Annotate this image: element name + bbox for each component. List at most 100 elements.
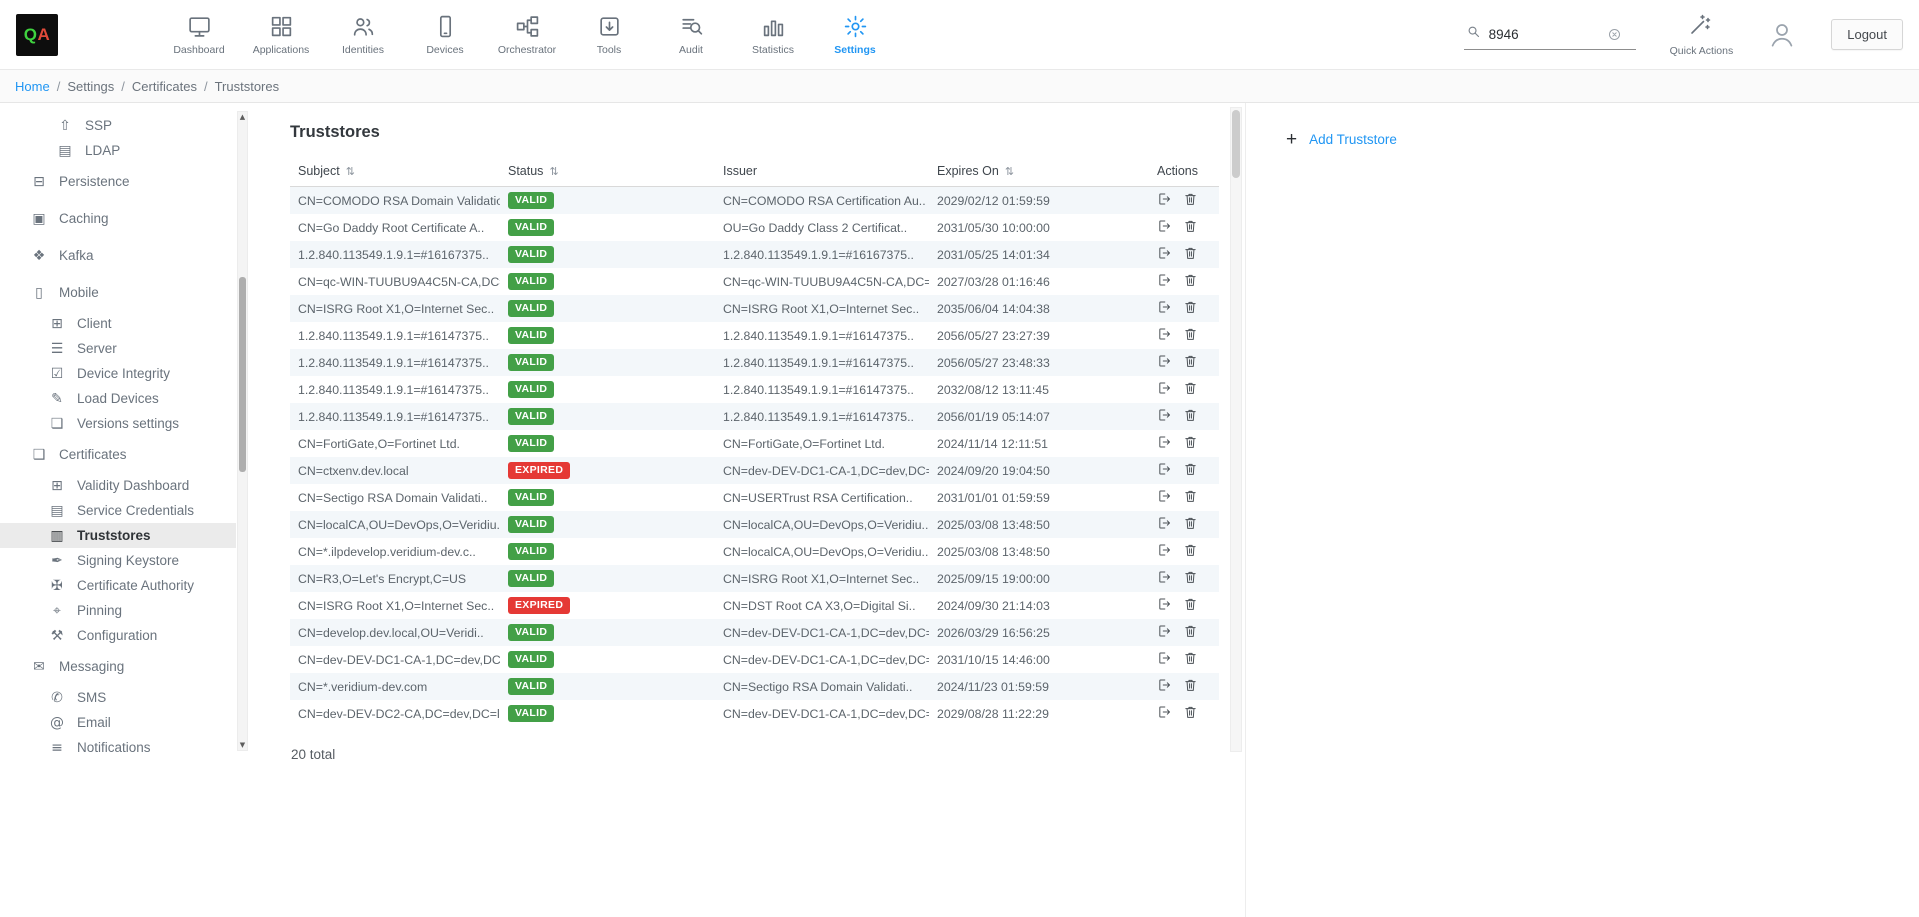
sidebar-item-device-integrity[interactable]: ☑Device Integrity (0, 361, 236, 386)
nav-item-applications[interactable]: Applications (240, 13, 322, 56)
export-icon[interactable] (1157, 461, 1172, 477)
sidebar-item-certificates[interactable]: ❑Certificates (0, 436, 236, 473)
sidebar-item-messaging[interactable]: ✉Messaging (0, 648, 236, 685)
user-profile-icon[interactable] (1767, 20, 1797, 50)
sidebar-item-mobile[interactable]: ▯Mobile (0, 274, 236, 311)
sidebar-item-server[interactable]: ☰Server (0, 336, 236, 361)
sort-icon[interactable]: ⇅ (549, 165, 558, 178)
breadcrumb-settings[interactable]: Settings (67, 79, 114, 94)
sidebar-item-configuration[interactable]: ⚒Configuration (0, 623, 236, 648)
delete-icon[interactable] (1183, 650, 1198, 666)
delete-icon[interactable] (1183, 272, 1198, 288)
nav-item-identities[interactable]: Identities (322, 13, 404, 56)
export-icon[interactable] (1157, 488, 1172, 504)
export-icon[interactable] (1157, 650, 1172, 666)
sidebar-item-email[interactable]: @Email (0, 710, 236, 735)
delete-icon[interactable] (1183, 353, 1198, 369)
sidebar-item-persistence[interactable]: ⊟Persistence (0, 163, 236, 200)
main-scrollbar-thumb[interactable] (1232, 110, 1240, 178)
sidebar-item-pinning[interactable]: ⌖Pinning (0, 598, 236, 623)
export-icon[interactable] (1157, 245, 1172, 261)
delete-icon[interactable] (1183, 434, 1198, 450)
nav-item-orchestrator[interactable]: Orchestrator (486, 13, 568, 56)
sidebar-item-kafka[interactable]: ❖Kafka (0, 237, 236, 274)
delete-icon[interactable] (1183, 623, 1198, 639)
sidebar-item-service-credentials[interactable]: ▤Service Credentials (0, 498, 236, 523)
delete-icon[interactable] (1183, 218, 1198, 234)
main-scrollbar[interactable] (1230, 107, 1242, 752)
sidebar-item-client[interactable]: ⊞Client (0, 311, 236, 336)
search-input[interactable] (1489, 27, 1599, 42)
column-header-expires-on[interactable]: Expires On⇅ (929, 156, 1149, 187)
delete-icon[interactable] (1183, 245, 1198, 261)
delete-icon[interactable] (1183, 515, 1198, 531)
delete-icon[interactable] (1183, 326, 1198, 342)
export-icon[interactable] (1157, 218, 1172, 234)
sidebar-item-load-devices[interactable]: ✎Load Devices (0, 386, 236, 411)
export-icon[interactable] (1157, 353, 1172, 369)
breadcrumb-certificates[interactable]: Certificates (132, 79, 197, 94)
sidebar-item-signing-keystore[interactable]: ✒Signing Keystore (0, 548, 236, 573)
status-badge: VALID (508, 705, 554, 722)
sort-icon[interactable]: ⇅ (1005, 165, 1014, 178)
delete-icon[interactable] (1183, 569, 1198, 585)
export-icon[interactable] (1157, 272, 1172, 288)
export-icon[interactable] (1157, 704, 1172, 720)
delete-icon[interactable] (1183, 407, 1198, 423)
export-icon[interactable] (1157, 515, 1172, 531)
delete-icon[interactable] (1183, 380, 1198, 396)
nav-item-settings[interactable]: Settings (814, 13, 896, 56)
column-header-subject[interactable]: Subject⇅ (290, 156, 500, 187)
sidebar-item-validity-dashboard[interactable]: ⊞Validity Dashboard (0, 473, 236, 498)
export-icon[interactable] (1157, 434, 1172, 450)
delete-icon[interactable] (1183, 542, 1198, 558)
export-icon[interactable] (1157, 677, 1172, 693)
status-badge: VALID (508, 219, 554, 236)
breadcrumb-home[interactable]: Home (15, 79, 50, 94)
export-icon[interactable] (1157, 623, 1172, 639)
sidebar-item-label: Messaging (59, 659, 124, 674)
clear-search-icon[interactable] (1607, 27, 1622, 42)
column-header-status[interactable]: Status⇅ (500, 156, 715, 187)
sort-icon[interactable]: ⇅ (346, 165, 355, 178)
scroll-down-icon[interactable]: ▼ (238, 741, 247, 749)
nav-item-audit[interactable]: Audit (650, 13, 732, 56)
delete-icon[interactable] (1183, 596, 1198, 612)
quick-actions-button[interactable]: Quick Actions (1670, 12, 1734, 57)
sidebar-item-versions-settings[interactable]: ❏Versions settings (0, 411, 236, 436)
sidebar-item-truststores[interactable]: ▥Truststores (0, 523, 236, 548)
sidebar-item-caching[interactable]: ▣Caching (0, 200, 236, 237)
delete-icon[interactable] (1183, 677, 1198, 693)
server-icon: ☰ (48, 341, 66, 357)
nav-item-tools[interactable]: Tools (568, 13, 650, 56)
delete-icon[interactable] (1183, 488, 1198, 504)
export-icon[interactable] (1157, 596, 1172, 612)
brand-logo[interactable]: QA (16, 14, 58, 56)
nav-item-devices[interactable]: Devices (404, 13, 486, 56)
nav-item-statistics[interactable]: Statistics (732, 13, 814, 56)
cell-expires: 2056/01/19 05:14:07 (929, 403, 1149, 430)
export-icon[interactable] (1157, 299, 1172, 315)
export-icon[interactable] (1157, 191, 1172, 207)
sidebar-item-notifications[interactable]: ≡Notifications (0, 735, 236, 760)
delete-icon[interactable] (1183, 299, 1198, 315)
logout-button[interactable]: Logout (1831, 19, 1903, 50)
sidebar-item-sms[interactable]: ✆SMS (0, 685, 236, 710)
export-icon[interactable] (1157, 542, 1172, 558)
sidebar-item-ssp[interactable]: ⇧SSP (0, 113, 236, 138)
sidebar-item-ldap[interactable]: ▤LDAP (0, 138, 236, 163)
export-icon[interactable] (1157, 407, 1172, 423)
add-truststore-button[interactable]: + Add Truststore (1286, 130, 1397, 149)
scroll-up-icon[interactable]: ▲ (238, 113, 247, 121)
sidebar-item-certificate-authority[interactable]: ✠Certificate Authority (0, 573, 236, 598)
export-icon[interactable] (1157, 569, 1172, 585)
delete-icon[interactable] (1183, 704, 1198, 720)
export-icon[interactable] (1157, 380, 1172, 396)
delete-icon[interactable] (1183, 461, 1198, 477)
sidebar-scrollbar[interactable]: ▲ ▼ (237, 111, 248, 751)
delete-icon[interactable] (1183, 191, 1198, 207)
export-icon[interactable] (1157, 326, 1172, 342)
sidebar-scrollbar-thumb[interactable] (239, 277, 246, 472)
cell-actions (1149, 592, 1219, 619)
nav-item-dashboard[interactable]: Dashboard (158, 13, 240, 56)
